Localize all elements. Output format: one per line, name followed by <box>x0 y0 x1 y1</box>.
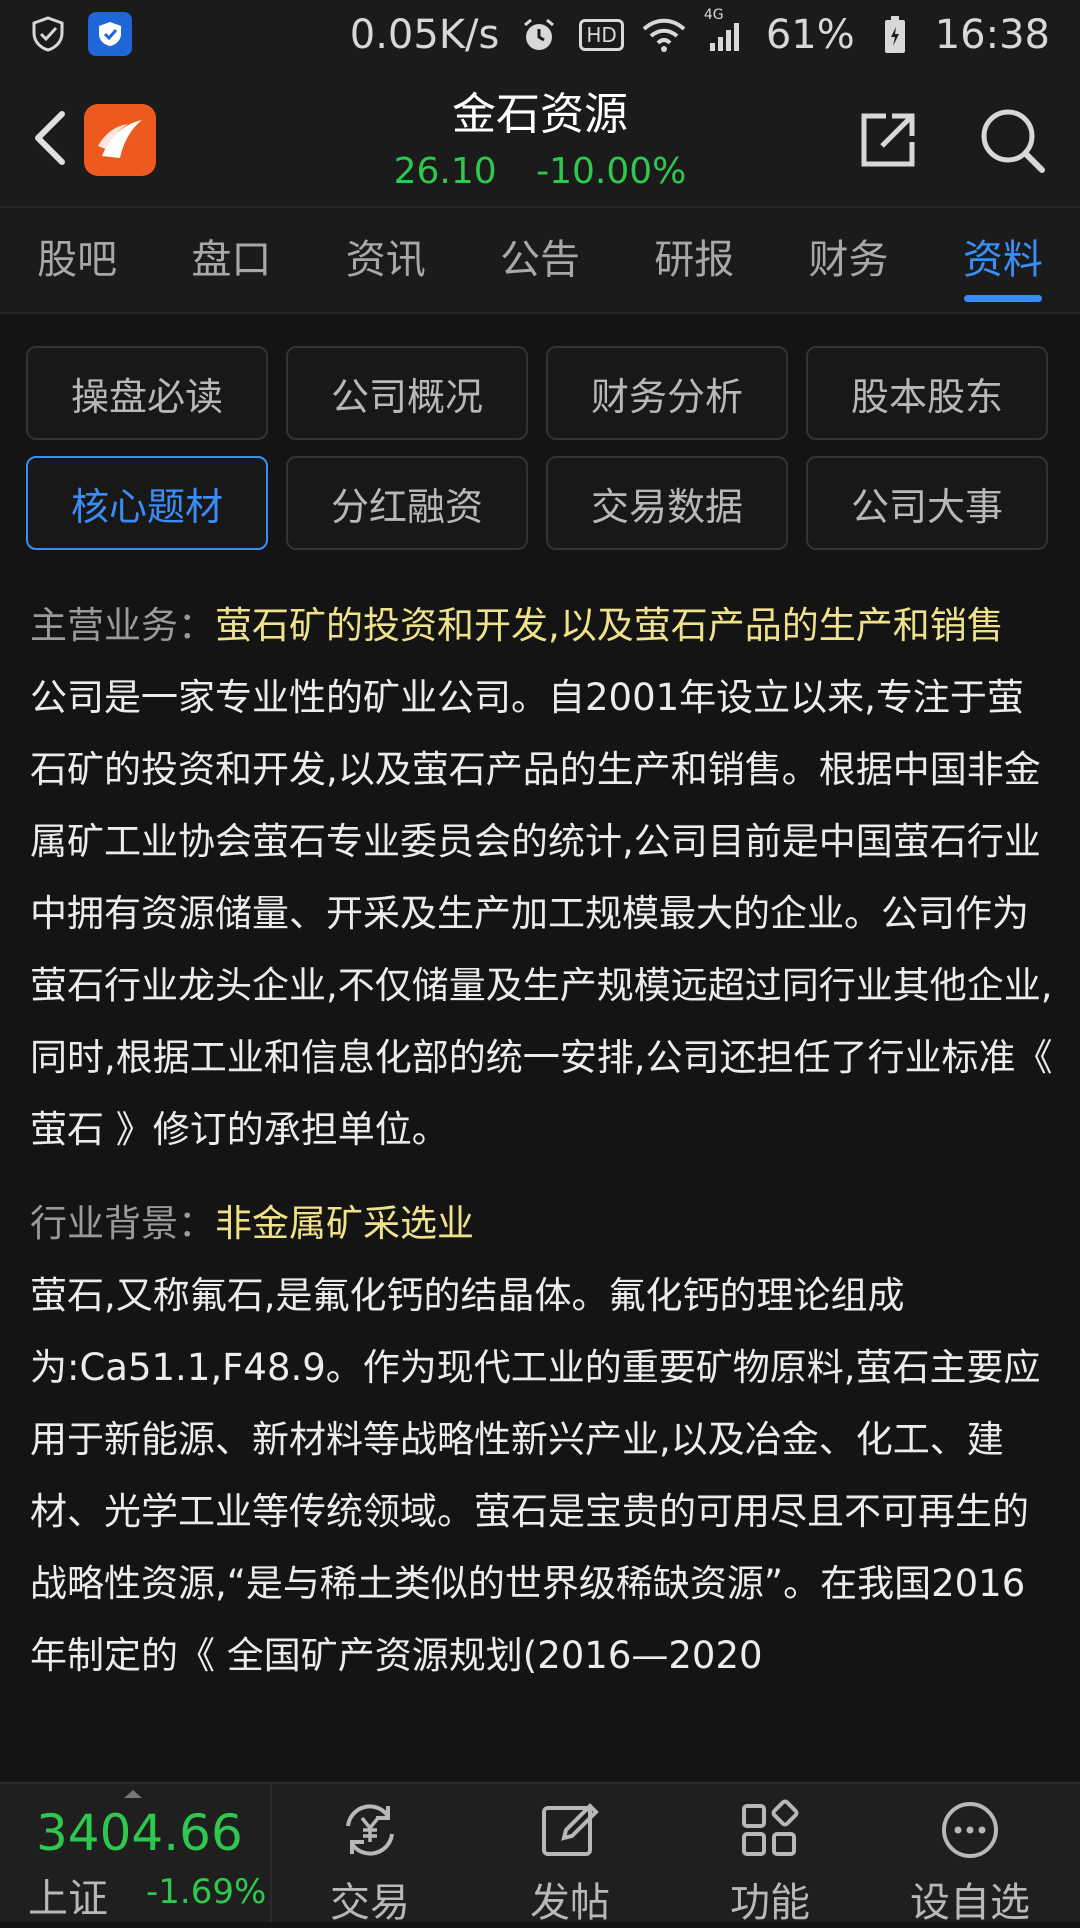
subnav-core-themes[interactable]: 核心题材 <box>26 456 268 550</box>
market-index-widget[interactable]: 3404.66 上证 -1.69% <box>0 1784 272 1922</box>
security-app-icon <box>88 12 132 56</box>
main-business-label: 主营业务： <box>30 604 215 647</box>
expand-up-icon <box>124 1790 142 1798</box>
subnav-dividends-financing[interactable]: 分红融资 <box>286 456 528 550</box>
wifi-icon <box>642 13 686 57</box>
industry-label: 行业背景： <box>30 1202 215 1245</box>
tab-research[interactable]: 研报 <box>617 208 771 312</box>
index-value: 3404.66 <box>36 1804 243 1862</box>
grid-function-icon <box>738 1798 802 1862</box>
tab-news[interactable]: 资讯 <box>309 208 463 312</box>
stock-price: 26.10 <box>393 151 497 192</box>
nav-add-watchlist[interactable]: 设自选 <box>870 1784 1070 1926</box>
clock-time: 16:38 <box>934 12 1050 58</box>
network-type-label: 4G <box>703 7 724 23</box>
nav-functions[interactable]: 功能 <box>670 1784 870 1926</box>
nav-post[interactable]: 发帖 <box>470 1784 670 1926</box>
battery-icon <box>873 13 917 57</box>
main-business-value: 萤石矿的投资和开发,以及萤石产品的生产和销售 <box>215 604 1004 647</box>
nav-trade[interactable]: 交易 <box>270 1784 470 1926</box>
subnav-trading-data[interactable]: 交易数据 <box>546 456 788 550</box>
tab-pankou[interactable]: 盘口 <box>154 208 308 312</box>
stock-header: 金石资源 26.10 -10.00% <box>0 72 1080 206</box>
industry-heading: 行业背景：非金属矿采选业 <box>30 1188 1056 1260</box>
subnav-trading-guide[interactable]: 操盘必读 <box>26 346 268 440</box>
share-icon[interactable] <box>856 108 920 172</box>
nav-post-label: 发帖 <box>530 1880 610 1926</box>
battery-percent: 61% <box>765 12 855 58</box>
more-dots-icon <box>938 1798 1002 1862</box>
tab-announcements[interactable]: 公告 <box>463 208 617 312</box>
industry-text: 萤石,又称氟石,是氟化钙的结晶体。氟化钙的理论组成为:Ca51.1,F48.9。… <box>30 1274 1041 1677</box>
index-change: -1.69% <box>146 1872 267 1912</box>
core-theme-content: 主营业务：萤石矿的投资和开发,以及萤石产品的生产和销售 公司是一家专业性的矿业公… <box>30 590 1056 1692</box>
tab-guba[interactable]: 股吧 <box>0 208 154 312</box>
tab-profile[interactable]: 资料 <box>926 208 1080 312</box>
nav-functions-label: 功能 <box>730 1880 810 1926</box>
shield-check-icon <box>26 12 70 56</box>
bottom-bar: 3404.66 上证 -1.69% 交易 发帖 功能 设自选 <box>0 1782 1080 1926</box>
profile-subnav: 操盘必读 公司概况 财务分析 股本股东 核心题材 分红融资 交易数据 公司大事 <box>26 346 1054 550</box>
subnav-shareholders[interactable]: 股本股东 <box>806 346 1048 440</box>
alarm-clock-icon <box>517 13 561 57</box>
main-business-heading: 主营业务：萤石矿的投资和开发,以及萤石产品的生产和销售 <box>30 590 1056 662</box>
status-bar: 0.05K/s HD 4G 61% 16:38 <box>0 0 1080 72</box>
tab-finance[interactable]: 财务 <box>771 208 925 312</box>
nav-trade-label: 交易 <box>330 1880 410 1926</box>
main-business-text: 公司是一家专业性的矿业公司。自2001年设立以来,专注于萤石矿的投资和开发,以及… <box>30 676 1053 1151</box>
hd-voice-badge: HD <box>579 19 624 51</box>
edit-post-icon <box>538 1798 602 1862</box>
index-name: 上证 <box>28 1876 108 1922</box>
subnav-company-events[interactable]: 公司大事 <box>806 456 1048 550</box>
stock-change-percent: -10.00% <box>536 151 687 192</box>
yuan-exchange-icon <box>338 1798 402 1862</box>
industry-value: 非金属矿采选业 <box>215 1202 474 1245</box>
subnav-financial-analysis[interactable]: 财务分析 <box>546 346 788 440</box>
stock-tab-bar: 股吧 盘口 资讯 公告 研报 财务 资料 <box>0 206 1080 314</box>
nav-add-watchlist-label: 设自选 <box>910 1880 1030 1926</box>
cellular-signal-icon: 4G <box>704 7 748 57</box>
search-icon[interactable] <box>978 106 1046 174</box>
subnav-company-overview[interactable]: 公司概况 <box>286 346 528 440</box>
network-speed: 0.05K/s <box>349 12 500 58</box>
